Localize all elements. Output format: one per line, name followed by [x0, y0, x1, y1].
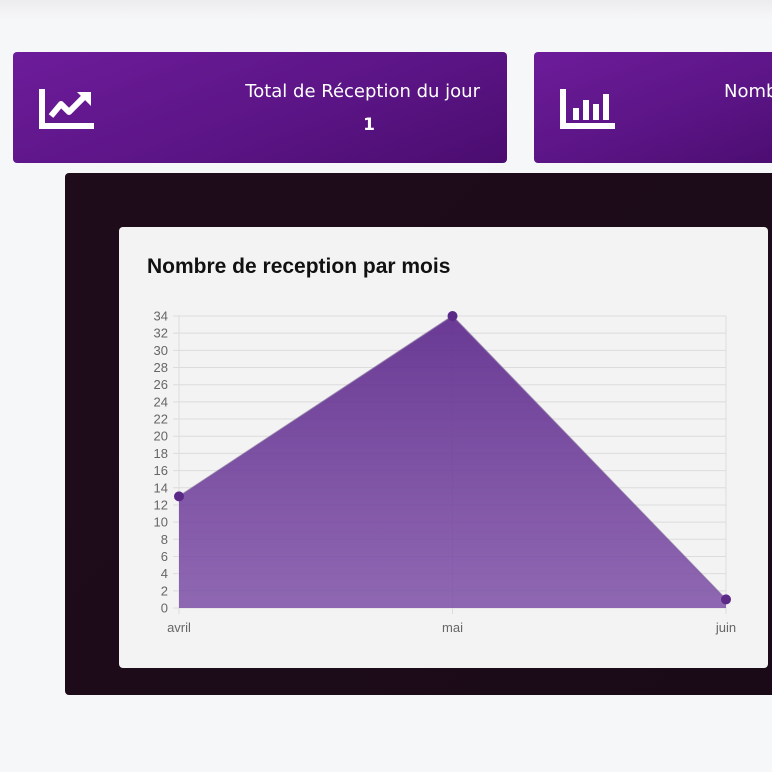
- y-tick-label: 32: [154, 326, 168, 341]
- chart-bar-icon: [560, 89, 615, 129]
- data-point: [721, 594, 731, 605]
- x-tick-label: avril: [167, 620, 191, 635]
- y-tick-label: 10: [154, 515, 168, 530]
- y-tick-label: 20: [154, 429, 168, 444]
- stat-card-second: Nomb: [534, 52, 772, 163]
- y-tick-label: 34: [154, 309, 168, 324]
- data-point: [447, 311, 458, 321]
- y-tick-label: 22: [154, 412, 168, 427]
- y-tick-label: 4: [161, 566, 168, 581]
- y-tick-label: 12: [154, 497, 168, 512]
- y-tick-label: 24: [154, 394, 168, 409]
- y-tick-label: 30: [154, 343, 168, 358]
- series-area: [179, 316, 726, 608]
- y-tick-label: 6: [161, 549, 168, 564]
- stat-title: Nomb: [724, 81, 772, 102]
- chart-line-up-icon: [39, 89, 94, 129]
- y-tick-label: 8: [161, 532, 168, 547]
- stat-value: 1: [363, 115, 375, 135]
- stat-card-receptions-today: Total de Réception du jour 1: [13, 52, 507, 163]
- y-tick-label: 0: [161, 601, 168, 616]
- y-tick-label: 14: [154, 480, 168, 495]
- y-tick-label: 2: [161, 583, 168, 598]
- y-tick-label: 26: [154, 377, 168, 392]
- data-point: [174, 491, 184, 502]
- top-bar: [0, 0, 772, 20]
- y-tick-label: 28: [154, 360, 168, 375]
- y-tick-label: 18: [154, 446, 168, 461]
- y-tick-label: 16: [154, 463, 168, 478]
- x-tick-label: juin: [715, 620, 736, 635]
- x-tick-label: mai: [442, 620, 463, 635]
- area-chart: 0246810121416182022242628303234avril mai j…: [154, 309, 737, 636]
- stat-title: Total de Réception du jour: [245, 81, 480, 102]
- chart-card: Nombre de reception par mois 0 2 4 6 8 10 12 14…: [119, 227, 768, 668]
